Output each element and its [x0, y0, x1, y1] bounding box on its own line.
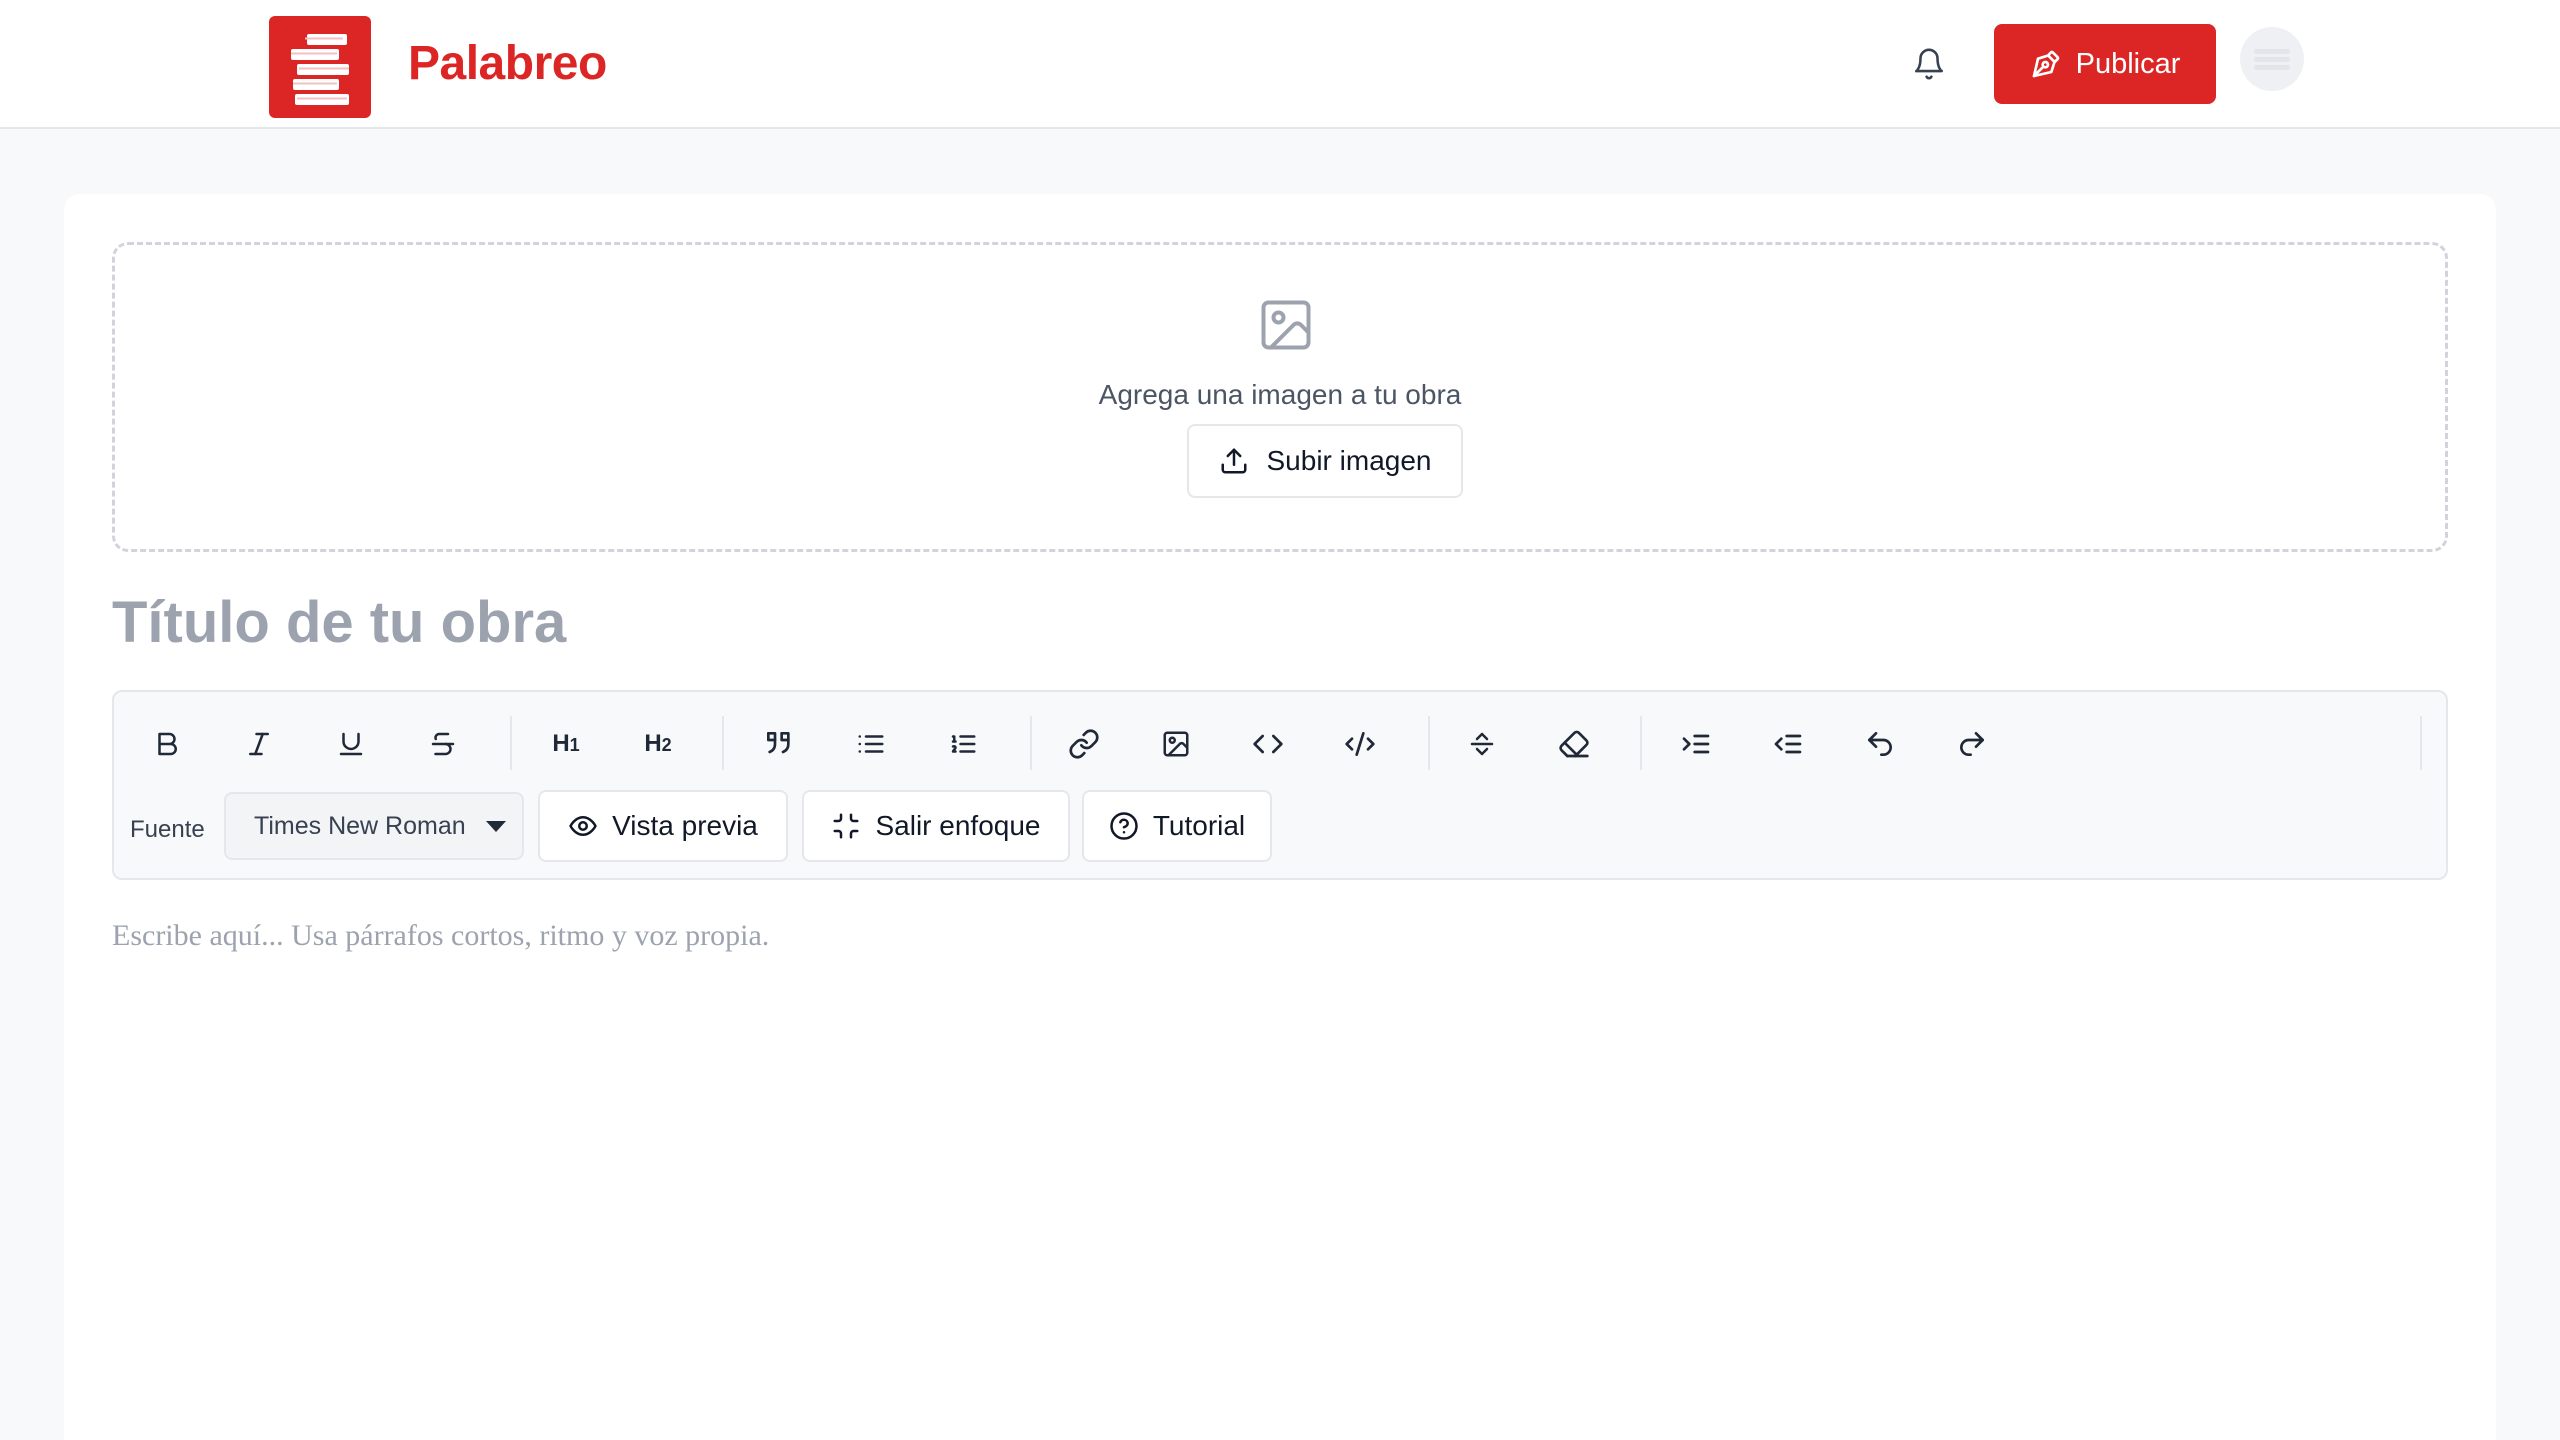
image-placeholder-icon [1261, 300, 1311, 350]
font-family-select[interactable]: Times New Roman [224, 792, 524, 860]
clear-format-button[interactable] [1544, 714, 1604, 774]
underline-icon [339, 732, 363, 756]
title-input[interactable]: Título de tu obra [112, 578, 2448, 668]
bullet-list-icon [858, 735, 884, 753]
top-header: Palabreo Publicar [0, 0, 2560, 129]
heading-2-icon: H2 [644, 730, 672, 757]
toolbar-separator [1428, 716, 1430, 770]
upload-image-label: Subir imagen [1266, 445, 1432, 476]
exit-focus-button[interactable]: Salir enfoque [802, 790, 1070, 862]
outdent-icon [1774, 734, 1802, 754]
code-block-button[interactable] [1330, 714, 1390, 774]
indent-button[interactable] [1666, 714, 1726, 774]
quote-icon [767, 732, 790, 754]
eraser-icon [1559, 730, 1589, 758]
image-icon [1163, 731, 1189, 757]
caret-down-icon [486, 821, 506, 832]
italic-button[interactable] [229, 714, 289, 774]
preview-button-label: Vista previa [612, 810, 758, 841]
editor-body[interactable]: Escribe aquí... Usa párrafos cortos, rit… [112, 912, 2448, 960]
publish-button-label: Publicar [2075, 47, 2181, 80]
indent-icon [1682, 734, 1710, 754]
preview-button[interactable]: Vista previa [538, 790, 788, 862]
help-circle-icon [1110, 812, 1138, 840]
image-dropzone[interactable]: Agrega una imagen a tu obra Subir imagen [112, 242, 2448, 552]
formatting-toolbar: H1 H2 Fuente Times New Roman Vista previ… [112, 690, 2448, 880]
redo-icon [1960, 732, 1984, 756]
exit-focus-label: Salir enfoque [875, 810, 1041, 841]
numbered-list-button[interactable] [933, 714, 993, 774]
undo-icon [1868, 732, 1892, 756]
bold-button[interactable] [137, 714, 197, 774]
toolbar-separator [1030, 716, 1032, 770]
horizontal-rule-icon [1470, 732, 1494, 756]
numbered-list-icon [951, 735, 976, 753]
link-button[interactable] [1054, 714, 1114, 774]
outdent-button[interactable] [1758, 714, 1818, 774]
eye-icon [569, 816, 597, 836]
code-inline-button[interactable] [1238, 714, 1298, 774]
heading-1-icon: H1 [552, 730, 580, 757]
tutorial-button[interactable]: Tutorial [1082, 790, 1272, 862]
strikethrough-icon [431, 732, 455, 756]
heading-1-button[interactable]: H1 [536, 714, 596, 774]
toolbar-separator [2420, 716, 2422, 770]
toolbar-separator [1640, 716, 1642, 770]
brand-name[interactable]: Palabreo [408, 34, 607, 94]
books-logo-icon [291, 34, 349, 105]
user-avatar[interactable] [2240, 27, 2304, 91]
italic-icon [249, 732, 269, 756]
tutorial-label: Tutorial [1152, 810, 1246, 841]
font-family-value: Times New Roman [254, 811, 466, 840]
underline-button[interactable] [321, 714, 381, 774]
dropzone-text: Agrega una imagen a tu obra [1098, 379, 1462, 410]
notifications-bell-icon[interactable] [1909, 44, 1949, 84]
menu-icon [2254, 49, 2290, 70]
bold-icon [158, 732, 177, 756]
upload-image-button[interactable]: Subir imagen [1187, 424, 1463, 498]
minimize-icon [833, 813, 859, 839]
code-inline-icon [1253, 734, 1283, 754]
pen-tool-icon [2032, 50, 2059, 78]
font-label: Fuente [130, 816, 205, 843]
toolbar-separator [510, 716, 512, 770]
toolbar-separator [722, 716, 724, 770]
undo-button[interactable] [1850, 714, 1910, 774]
bullet-list-button[interactable] [841, 714, 901, 774]
upload-icon [1221, 448, 1246, 474]
redo-button[interactable] [1942, 714, 2002, 774]
code-block-icon [1345, 732, 1375, 756]
editor-card: Agrega una imagen a tu obra Subir imagen… [64, 194, 2496, 1440]
publish-button[interactable]: Publicar [1994, 24, 2216, 104]
heading-2-button[interactable]: H2 [628, 714, 688, 774]
link-icon [1069, 729, 1099, 759]
quote-button[interactable] [749, 714, 809, 774]
horizontal-rule-button[interactable] [1452, 714, 1512, 774]
strikethrough-button[interactable] [413, 714, 473, 774]
logo[interactable] [269, 16, 371, 118]
insert-image-button[interactable] [1146, 714, 1206, 774]
